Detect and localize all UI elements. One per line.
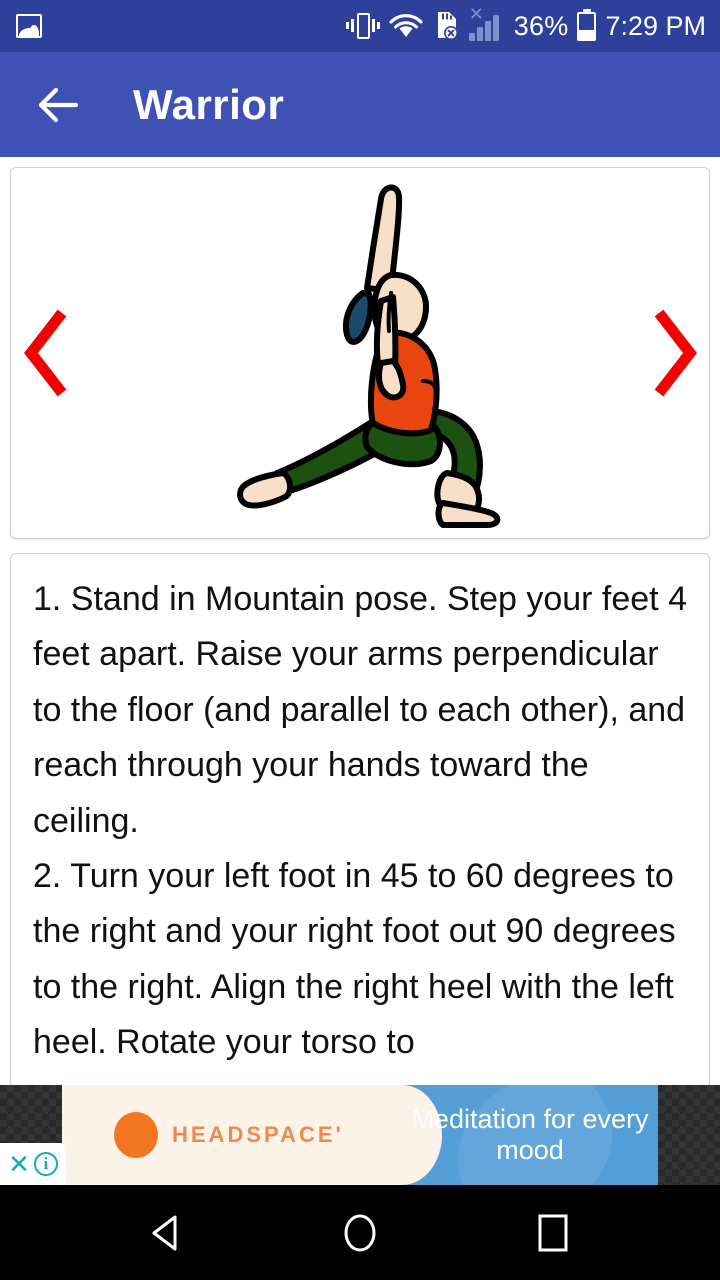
app-screen: ✕ 36% 7:29 PM Warrior 1. Stand in Mounta… (0, 0, 720, 1280)
sd-card-error-icon (432, 11, 460, 41)
nav-home-circle-icon[interactable] (315, 1198, 405, 1268)
pose-image-card (10, 167, 710, 539)
ad-content[interactable]: HEADSPACE' Meditation for every mood (62, 1085, 658, 1185)
ad-tagline-label: Meditation for every mood (411, 1104, 649, 1165)
ad-info-icon[interactable]: i (33, 1152, 58, 1176)
instructions-card: 1. Stand in Mountain pose. Step your fee… (10, 553, 710, 1085)
vibrate-icon (345, 11, 380, 41)
clock-label: 7:29 PM (605, 10, 706, 41)
android-nav-bar (0, 1185, 720, 1280)
ad-brand-panel: HEADSPACE' (62, 1085, 442, 1185)
battery-icon (577, 11, 597, 41)
status-bar: ✕ 36% 7:29 PM (0, 0, 720, 52)
app-bar: Warrior (0, 52, 720, 157)
status-bar-notifications (16, 14, 42, 38)
instruction-step-2: 2. Turn your left foot in 45 to 60 degre… (33, 857, 676, 1062)
close-x-icon[interactable]: ✕ (8, 1151, 30, 1177)
back-arrow-icon[interactable] (30, 76, 88, 134)
headspace-logo-icon (114, 1112, 158, 1158)
signal-bars-icon: ✕ (468, 5, 505, 41)
page-title: Warrior (133, 80, 285, 128)
ad-controls: ✕ i (0, 1143, 66, 1185)
chevron-left-icon[interactable] (15, 303, 77, 403)
content-area: 1. Stand in Mountain pose. Step your fee… (0, 157, 720, 1085)
photo-icon (16, 14, 42, 38)
instruction-step-1: 1. Stand in Mountain pose. Step your fee… (33, 580, 687, 840)
chevron-right-icon[interactable] (643, 303, 705, 403)
nav-recents-square-icon[interactable] (508, 1198, 598, 1268)
wifi-icon (389, 12, 423, 40)
ad-message-panel: Meditation for every mood (402, 1085, 658, 1185)
nav-back-triangle-icon[interactable] (122, 1198, 212, 1268)
ad-banner[interactable]: HEADSPACE' Meditation for every mood ✕ i (0, 1085, 720, 1185)
warrior-pose-illustration (195, 173, 525, 533)
status-bar-system-icons: ✕ 36% 7:29 PM (345, 5, 706, 41)
ad-brand-label: HEADSPACE' (172, 1122, 344, 1147)
battery-percent-label: 36% (513, 10, 569, 41)
